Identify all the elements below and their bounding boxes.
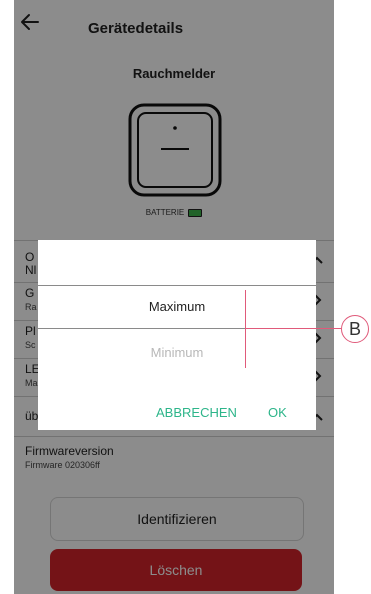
option-maximum[interactable]: Maximum bbox=[38, 299, 316, 314]
callout-marker: B bbox=[341, 315, 369, 343]
cancel-button[interactable]: ABBRECHEN bbox=[156, 405, 237, 420]
callout-line bbox=[245, 328, 341, 329]
ok-button[interactable]: OK bbox=[268, 405, 287, 420]
phone-screen: Gerätedetails Rauchmelder BATTERIE O Nl … bbox=[14, 0, 334, 594]
picker-dialog: Maximum Minimum bbox=[38, 240, 316, 430]
option-minimum[interactable]: Minimum bbox=[38, 345, 316, 360]
picker-divider bbox=[38, 285, 316, 286]
callout-line bbox=[245, 290, 246, 368]
